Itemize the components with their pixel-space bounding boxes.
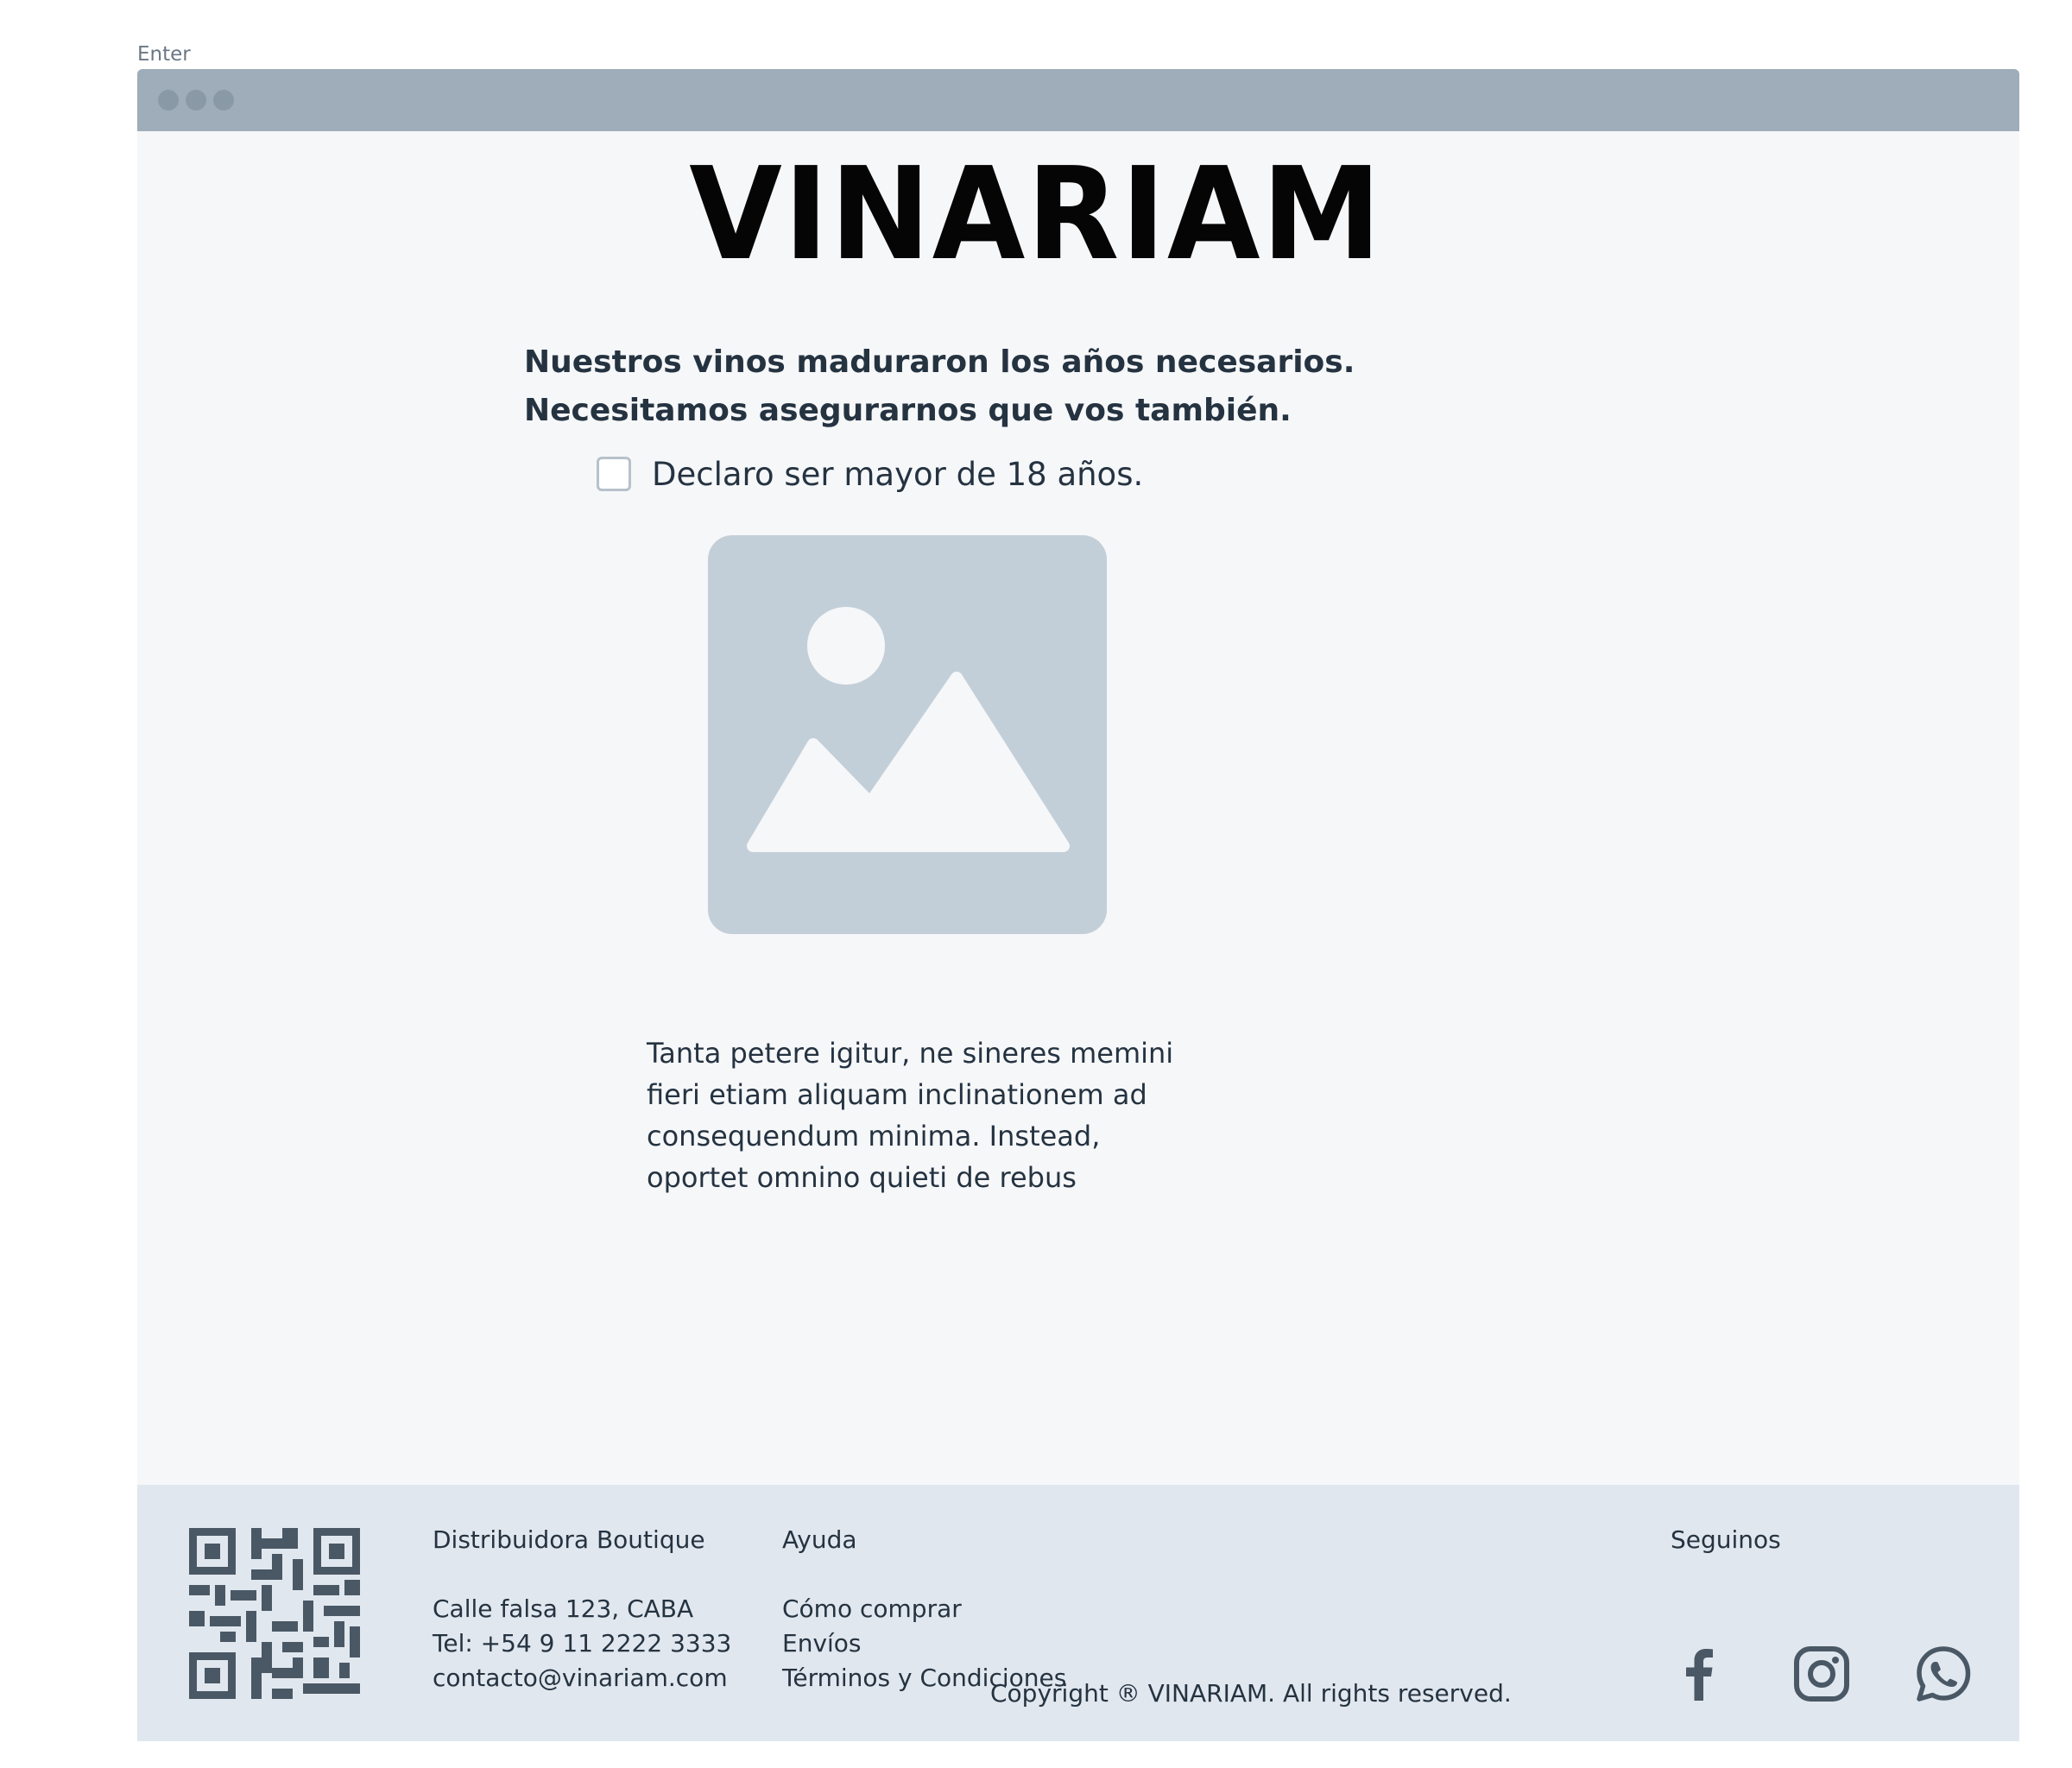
- window-control-dot[interactable]: [213, 90, 234, 110]
- footer-company-title: Distribuidora Boutique: [433, 1525, 705, 1554]
- window-control-dot[interactable]: [186, 90, 206, 110]
- frame-label: Enter: [137, 43, 191, 66]
- footer-copyright: Copyright ® VINARIAM. All rights reserve…: [990, 1679, 1512, 1708]
- image-placeholder-icon: [747, 607, 1070, 852]
- footer-link-envios[interactable]: Envíos: [782, 1626, 1066, 1661]
- whatsapp-icon[interactable]: [1915, 1645, 1972, 1702]
- footer-help-title: Ayuda: [782, 1525, 857, 1554]
- age-gate-headline: Nuestros vinos maduraron los años necesa…: [524, 338, 1355, 435]
- brand-logo: VINARIAM: [689, 140, 1383, 288]
- image-placeholder: [708, 535, 1107, 934]
- age-confirmation-row[interactable]: Declaro ser mayor de 18 años.: [597, 454, 1143, 494]
- footer-link-como-comprar[interactable]: Cómo comprar: [782, 1592, 1066, 1626]
- footer-help-column: Ayuda Cómo comprar Envíos Términos y Con…: [782, 1523, 1066, 1695]
- instagram-icon[interactable]: [1793, 1645, 1850, 1702]
- footer-social-title: Seguinos: [1671, 1525, 1781, 1554]
- body-line: fieri etiam aliquam inclinationem ad: [647, 1078, 1147, 1111]
- body-line: oportet omnino quieti de rebus: [647, 1161, 1077, 1194]
- footer-address: Calle falsa 123, CABA: [433, 1594, 694, 1623]
- facebook-icon[interactable]: [1671, 1645, 1728, 1702]
- body-paragraph: Tanta petere igitur, ne sineres memini f…: [647, 1032, 1173, 1198]
- headline-line-1: Nuestros vinos maduraron los años necesa…: [524, 344, 1355, 380]
- window-control-dot[interactable]: [158, 90, 179, 110]
- body-line: consequendum minima. Instead,: [647, 1120, 1101, 1152]
- body-line: Tanta petere igitur, ne sineres memini: [647, 1037, 1174, 1070]
- footer-company-column: Distribuidora Boutique Calle falsa 123, …: [433, 1523, 731, 1695]
- footer-email[interactable]: contacto@vinariam.com: [433, 1661, 731, 1695]
- footer-social-column: Seguinos: [1671, 1523, 1781, 1557]
- age-confirmation-checkbox[interactable]: [597, 457, 631, 491]
- qr-code-icon: [189, 1528, 360, 1699]
- footer-phone: Tel: +54 9 11 2222 3333: [433, 1629, 732, 1658]
- window-titlebar: [137, 69, 2019, 131]
- age-confirmation-label[interactable]: Declaro ser mayor de 18 años.: [652, 456, 1143, 493]
- headline-line-2: Necesitamos asegurarnos que vos también.: [524, 393, 1292, 428]
